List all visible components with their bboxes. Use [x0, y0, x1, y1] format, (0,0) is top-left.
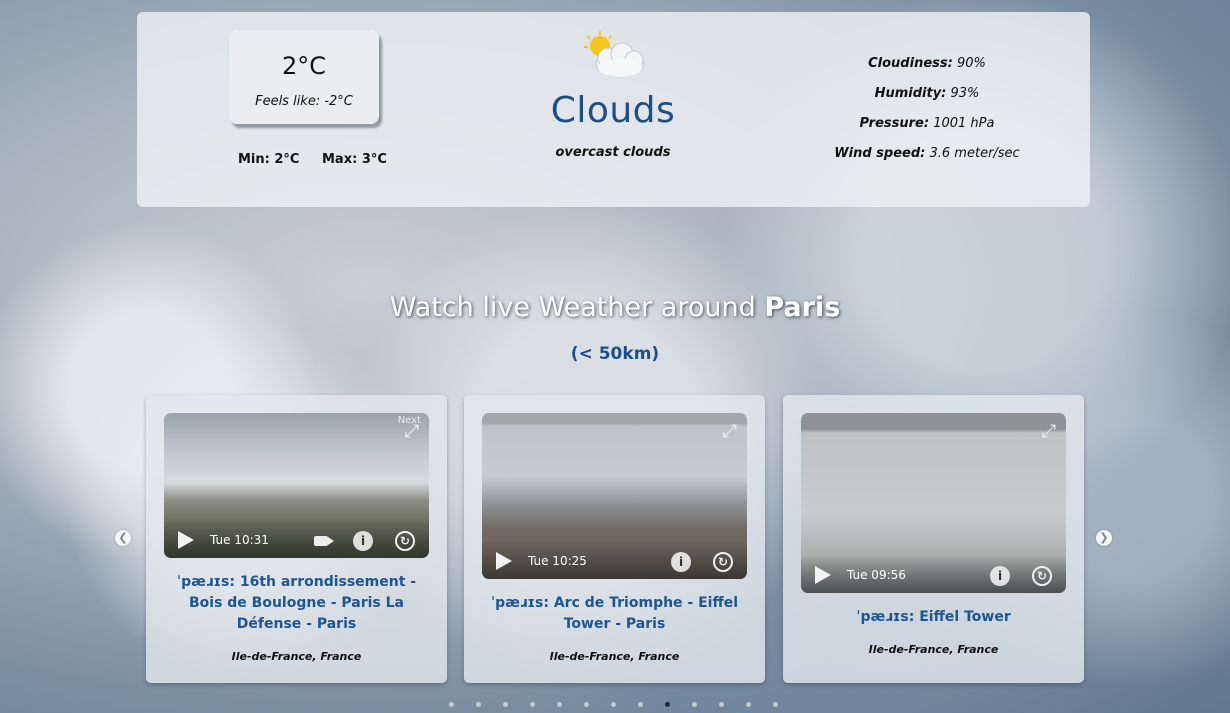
search-radius: (< 50km)	[570, 344, 660, 364]
weather-stats: Cloudiness: 90% Humidity: 93% Pressure: …	[777, 56, 1077, 176]
webcam-card[interactable]: ⤢ Tue 09:56 i ↻ ˈpæɹɪs: Eiffel Tower Ile…	[783, 395, 1084, 683]
live-heading-prefix: Watch live Weather around	[389, 292, 756, 323]
stat-label: Pressure:	[859, 116, 930, 131]
stat-wind-speed: Wind speed: 3.6 meter/sec	[777, 146, 1077, 176]
webcam-time: Tue 10:31	[210, 533, 269, 547]
condition-column: Clouds overcast clouds	[508, 30, 718, 160]
replay-icon[interactable]: ↻	[395, 531, 415, 551]
webcam-region: Ile-de-France, France	[868, 643, 999, 656]
condition-title: Clouds	[550, 90, 676, 131]
play-icon[interactable]	[815, 566, 831, 584]
expand-icon[interactable]: ⤢	[1042, 423, 1056, 441]
carousel-dot[interactable]	[503, 702, 508, 707]
webcam-preview[interactable]: ⤢ Tue 10:25 i ↻	[482, 413, 747, 579]
webcam-title[interactable]: ˈpæɹɪs: Arc de Triomphe - Eiffel Tower -…	[484, 593, 745, 635]
player-controls: Tue 10:31 i ↻	[164, 522, 429, 558]
play-icon[interactable]	[178, 531, 194, 549]
temperature-value: 2°C	[281, 52, 327, 80]
condition-description: overcast clouds	[555, 145, 671, 160]
chevron-left-icon[interactable]: ❮	[115, 530, 131, 546]
play-icon[interactable]	[496, 552, 512, 570]
player-controls: Tue 09:56 i ↻	[801, 557, 1066, 593]
info-icon[interactable]: i	[671, 552, 691, 572]
info-icon[interactable]: i	[353, 531, 373, 551]
webcam-time: Tue 10:25	[528, 554, 587, 568]
live-heading-city: Paris	[764, 292, 841, 323]
carousel-dot[interactable]	[746, 702, 751, 707]
webcam-card[interactable]: Next ⤢ Tue 10:31 i ↻ ˈpæɹɪs: 16th arrond…	[146, 395, 447, 683]
min-temperature: Min: 2°C	[238, 152, 300, 167]
carousel-pagination	[438, 700, 798, 710]
feels-like-text: Feels like: -2°C	[255, 94, 353, 109]
carousel-dot[interactable]	[449, 702, 454, 707]
stat-value: 1001 hPa	[933, 116, 995, 131]
carousel-dot[interactable]	[773, 702, 778, 707]
stat-value: 90%	[956, 56, 986, 71]
carousel-dot[interactable]	[476, 702, 481, 707]
carousel-dot[interactable]	[584, 702, 589, 707]
partly-cloudy-icon	[578, 30, 648, 82]
stat-label: Cloudiness:	[868, 56, 953, 71]
max-temperature: Max: 3°C	[322, 152, 387, 167]
video-camera-icon[interactable]	[314, 536, 334, 546]
live-weather-heading: Watch live Weather around Paris	[0, 292, 1230, 323]
replay-icon[interactable]: ↻	[1032, 566, 1052, 586]
stat-pressure: Pressure: 1001 hPa	[777, 116, 1077, 146]
min-max-temperature: Min: 2°C Max: 3°C	[238, 152, 405, 167]
carousel-dot[interactable]	[638, 702, 643, 707]
webcam-card[interactable]: ⤢ Tue 10:25 i ↻ ˈpæɹɪs: Arc de Triomphe …	[464, 395, 765, 683]
chevron-right-icon[interactable]: ❯	[1096, 530, 1112, 546]
stat-value: 93%	[950, 86, 980, 101]
webcam-time: Tue 09:56	[847, 568, 906, 582]
carousel-dot[interactable]	[557, 702, 562, 707]
stat-value: 3.6 meter/sec	[929, 146, 1020, 161]
webcam-region: Ile-de-France, France	[231, 650, 362, 663]
replay-icon[interactable]: ↻	[713, 552, 733, 572]
carousel-dot[interactable]	[530, 702, 535, 707]
webcam-region: Ile-de-France, France	[549, 650, 680, 663]
expand-icon[interactable]: ⤢	[405, 423, 419, 441]
weather-panel: 2°C Feels like: -2°C Min: 2°C Max: 3°C C…	[137, 12, 1090, 207]
stat-label: Humidity:	[874, 86, 947, 101]
carousel-dot[interactable]	[665, 702, 670, 707]
webcam-title[interactable]: ˈpæɹɪs: 16th arrondissement - Bois de Bo…	[166, 572, 427, 635]
carousel-dot[interactable]	[692, 702, 697, 707]
info-icon[interactable]: i	[990, 566, 1010, 586]
temperature-box: 2°C Feels like: -2°C	[229, 30, 379, 124]
carousel-dot[interactable]	[719, 702, 724, 707]
stat-humidity: Humidity: 93%	[777, 86, 1077, 116]
webcam-preview[interactable]: Next ⤢ Tue 10:31 i ↻	[164, 413, 429, 558]
carousel-dot[interactable]	[611, 702, 616, 707]
webcam-preview[interactable]: ⤢ Tue 09:56 i ↻	[801, 413, 1066, 593]
webcam-title[interactable]: ˈpæɹɪs: Eiffel Tower	[803, 607, 1064, 628]
stat-label: Wind speed:	[834, 146, 926, 161]
stat-cloudiness: Cloudiness: 90%	[777, 56, 1077, 86]
expand-icon[interactable]: ⤢	[723, 423, 737, 441]
player-controls: Tue 10:25 i ↻	[482, 543, 747, 579]
